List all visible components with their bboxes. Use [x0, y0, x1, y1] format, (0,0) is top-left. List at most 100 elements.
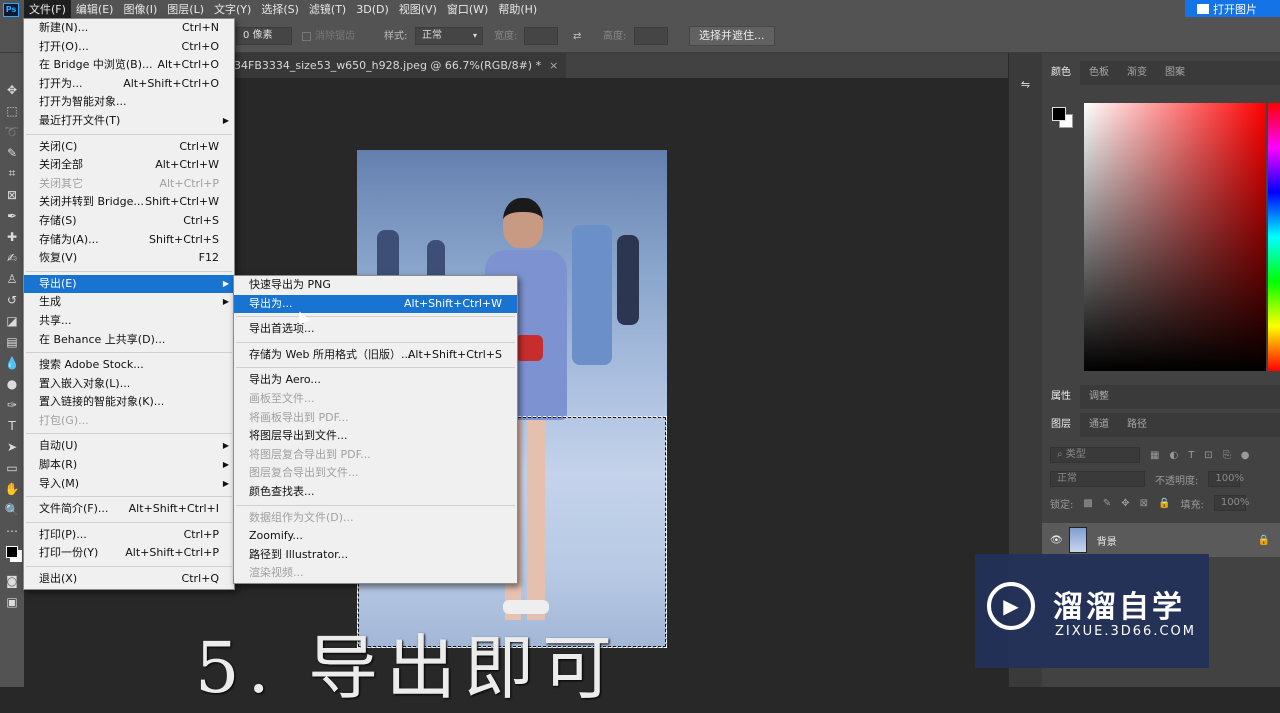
- feather-input[interactable]: 0 像素: [236, 27, 292, 45]
- path-select-tool-icon[interactable]: ➤: [0, 436, 24, 457]
- brush-tool-icon[interactable]: ✍: [0, 247, 24, 268]
- close-icon[interactable]: ×: [549, 59, 558, 72]
- fill-input[interactable]: 100%: [1213, 495, 1249, 511]
- file-menu-item[interactable]: 存储(S) Ctrl+S: [24, 212, 234, 231]
- file-menu-item[interactable]: 在 Behance 上共享(D)...: [24, 331, 234, 350]
- export-menu-item[interactable]: 颜色查找表...: [234, 483, 517, 502]
- lock-pixels-icon[interactable]: ▩: [1083, 498, 1092, 509]
- filter-pixel-icon[interactable]: ▦: [1150, 450, 1159, 461]
- lock-all-icon[interactable]: 🔒: [1158, 498, 1170, 509]
- file-menu-item[interactable]: 最近打开文件(T) ▶: [24, 112, 234, 131]
- document-tab[interactable]: 34FB3334_size53_w650_h928.jpeg @ 66.7%(R…: [234, 53, 567, 78]
- menu-3[interactable]: 图层(L): [162, 0, 209, 19]
- menu-9[interactable]: 窗口(W): [442, 0, 493, 19]
- eyedropper-tool-icon[interactable]: ✒: [0, 205, 24, 226]
- swap-icon[interactable]: ⇄: [573, 28, 581, 45]
- height-input[interactable]: [634, 27, 668, 45]
- panel-tab[interactable]: 渐变: [1118, 61, 1156, 85]
- quick-mask-icon[interactable]: ◙: [0, 570, 24, 591]
- filter-adjust-icon[interactable]: ◐: [1169, 450, 1178, 461]
- export-menu-item[interactable]: 导出为... Alt+Shift+Ctrl+W: [234, 294, 517, 314]
- file-menu-item[interactable]: 置入嵌入对象(L)...: [24, 375, 234, 394]
- file-menu-item[interactable]: 退出(X) Ctrl+Q: [24, 570, 234, 589]
- file-menu-item[interactable]: 自动(U) ▶: [24, 437, 234, 456]
- file-menu-item[interactable]: 打开为... Alt+Shift+Ctrl+O: [24, 75, 234, 94]
- layer-kind-filter[interactable]: ⌕ 类型: [1050, 447, 1140, 463]
- marquee-tool-icon[interactable]: ⬚: [0, 100, 24, 121]
- export-menu-item[interactable]: 将图层导出到文件...: [234, 427, 517, 446]
- export-menu-item[interactable]: 快速导出为 PNG: [234, 276, 517, 295]
- panel-tab[interactable]: 属性: [1042, 385, 1080, 409]
- file-menu-item[interactable]: 关闭(C) Ctrl+W: [24, 138, 234, 157]
- file-menu-item[interactable]: 新建(N)... Ctrl+N: [24, 19, 234, 38]
- panel-tab[interactable]: 调整: [1080, 385, 1118, 409]
- type-tool-icon[interactable]: T: [0, 415, 24, 436]
- filter-shape-icon[interactable]: ⊡: [1204, 450, 1212, 461]
- file-menu-item[interactable]: 共享...: [24, 312, 234, 331]
- width-input[interactable]: [524, 27, 558, 45]
- menu-2[interactable]: 图像(I): [118, 0, 162, 19]
- file-menu-item[interactable]: 文件简介(F)... Alt+Shift+Ctrl+I: [24, 500, 234, 519]
- blur-tool-icon[interactable]: 💧: [0, 352, 24, 373]
- menu-5[interactable]: 选择(S): [256, 0, 304, 19]
- file-menu-item[interactable]: 关闭并转到 Bridge... Shift+Ctrl+W: [24, 193, 234, 212]
- blend-mode-select[interactable]: 正常: [1050, 471, 1145, 487]
- healing-brush-tool-icon[interactable]: ✚: [0, 226, 24, 247]
- file-menu-item[interactable]: 置入链接的智能对象(K)...: [24, 393, 234, 412]
- lock-move-icon[interactable]: ✥: [1121, 498, 1129, 509]
- file-menu-item[interactable]: 导入(M) ▶: [24, 475, 234, 494]
- history-panel-icon[interactable]: ⇋: [1014, 73, 1038, 95]
- menu-4[interactable]: 文字(Y): [209, 0, 256, 19]
- style-select[interactable]: 正常 ▾: [415, 27, 483, 45]
- export-menu-item[interactable]: 路径到 Illustrator...: [234, 546, 517, 565]
- panel-tab[interactable]: 通道: [1080, 413, 1118, 437]
- menu-6[interactable]: 滤镜(T): [304, 0, 351, 19]
- file-menu-item[interactable]: 打开为智能对象...: [24, 93, 234, 112]
- lock-paint-icon[interactable]: ✎: [1103, 498, 1111, 509]
- file-menu-item[interactable]: 导出(E) ▶: [24, 274, 234, 294]
- panel-tab[interactable]: 图案: [1156, 61, 1194, 85]
- panel-tab[interactable]: 路径: [1118, 413, 1156, 437]
- menu-1[interactable]: 编辑(E): [71, 0, 119, 19]
- file-menu-item[interactable]: 打印一份(Y) Alt+Shift+Ctrl+P: [24, 544, 234, 563]
- eye-icon[interactable]: 👁: [1050, 535, 1063, 546]
- file-menu-item[interactable]: 恢复(V) F12: [24, 249, 234, 268]
- open-image-button[interactable]: 打开图片: [1185, 0, 1280, 17]
- lock-artboard-icon[interactable]: ⊠: [1140, 498, 1148, 509]
- export-menu-item[interactable]: 存储为 Web 所用格式（旧版）... Alt+Shift+Ctrl+S: [234, 346, 517, 365]
- filter-smart-icon[interactable]: ⎘: [1223, 450, 1231, 461]
- frame-tool-icon[interactable]: ⊠: [0, 184, 24, 205]
- file-menu-item[interactable]: 关闭全部 Alt+Ctrl+W: [24, 156, 234, 175]
- file-menu-item[interactable]: 搜索 Adobe Stock...: [24, 356, 234, 375]
- rectangle-tool-icon[interactable]: ▭: [0, 457, 24, 478]
- hue-slider[interactable]: [1268, 103, 1280, 371]
- menu-10[interactable]: 帮助(H): [493, 0, 542, 19]
- more-tools-icon[interactable]: ⋯: [0, 520, 24, 541]
- panel-tab[interactable]: 颜色: [1042, 61, 1080, 85]
- foreground-background-color-icon[interactable]: [0, 541, 24, 562]
- zoom-tool-icon[interactable]: 🔍: [0, 499, 24, 520]
- filter-type-icon[interactable]: T: [1188, 450, 1194, 461]
- screen-mode-icon[interactable]: ▣: [0, 591, 24, 612]
- crop-tool-icon[interactable]: ⌗: [0, 163, 24, 184]
- stamp-tool-icon[interactable]: ♙: [0, 268, 24, 289]
- gradient-tool-icon[interactable]: ▤: [0, 331, 24, 352]
- file-menu-item[interactable]: 打印(P)... Ctrl+P: [24, 526, 234, 545]
- pen-tool-icon[interactable]: ✑: [0, 394, 24, 415]
- lasso-tool-icon[interactable]: ➰: [0, 121, 24, 142]
- panel-tab[interactable]: 图层: [1042, 413, 1080, 437]
- menu-0[interactable]: 文件(F): [24, 0, 71, 19]
- foreground-swatch[interactable]: [1052, 107, 1066, 121]
- antialias-checkbox[interactable]: 消除锯齿: [302, 28, 355, 45]
- dodge-tool-icon[interactable]: ●: [0, 373, 24, 394]
- hand-tool-icon[interactable]: ✋: [0, 478, 24, 499]
- color-field[interactable]: [1084, 103, 1266, 371]
- file-menu-item[interactable]: 在 Bridge 中浏览(B)... Alt+Ctrl+O: [24, 56, 234, 75]
- history-brush-tool-icon[interactable]: ↺: [0, 289, 24, 310]
- panel-tab[interactable]: 色板: [1080, 61, 1118, 85]
- eraser-tool-icon[interactable]: ◪: [0, 310, 24, 331]
- file-menu-item[interactable]: 打开(O)... Ctrl+O: [24, 38, 234, 57]
- file-menu-item[interactable]: 生成 ▶: [24, 293, 234, 312]
- file-menu-item[interactable]: 脚本(R) ▶: [24, 456, 234, 475]
- file-menu-item[interactable]: 存储为(A)... Shift+Ctrl+S: [24, 231, 234, 250]
